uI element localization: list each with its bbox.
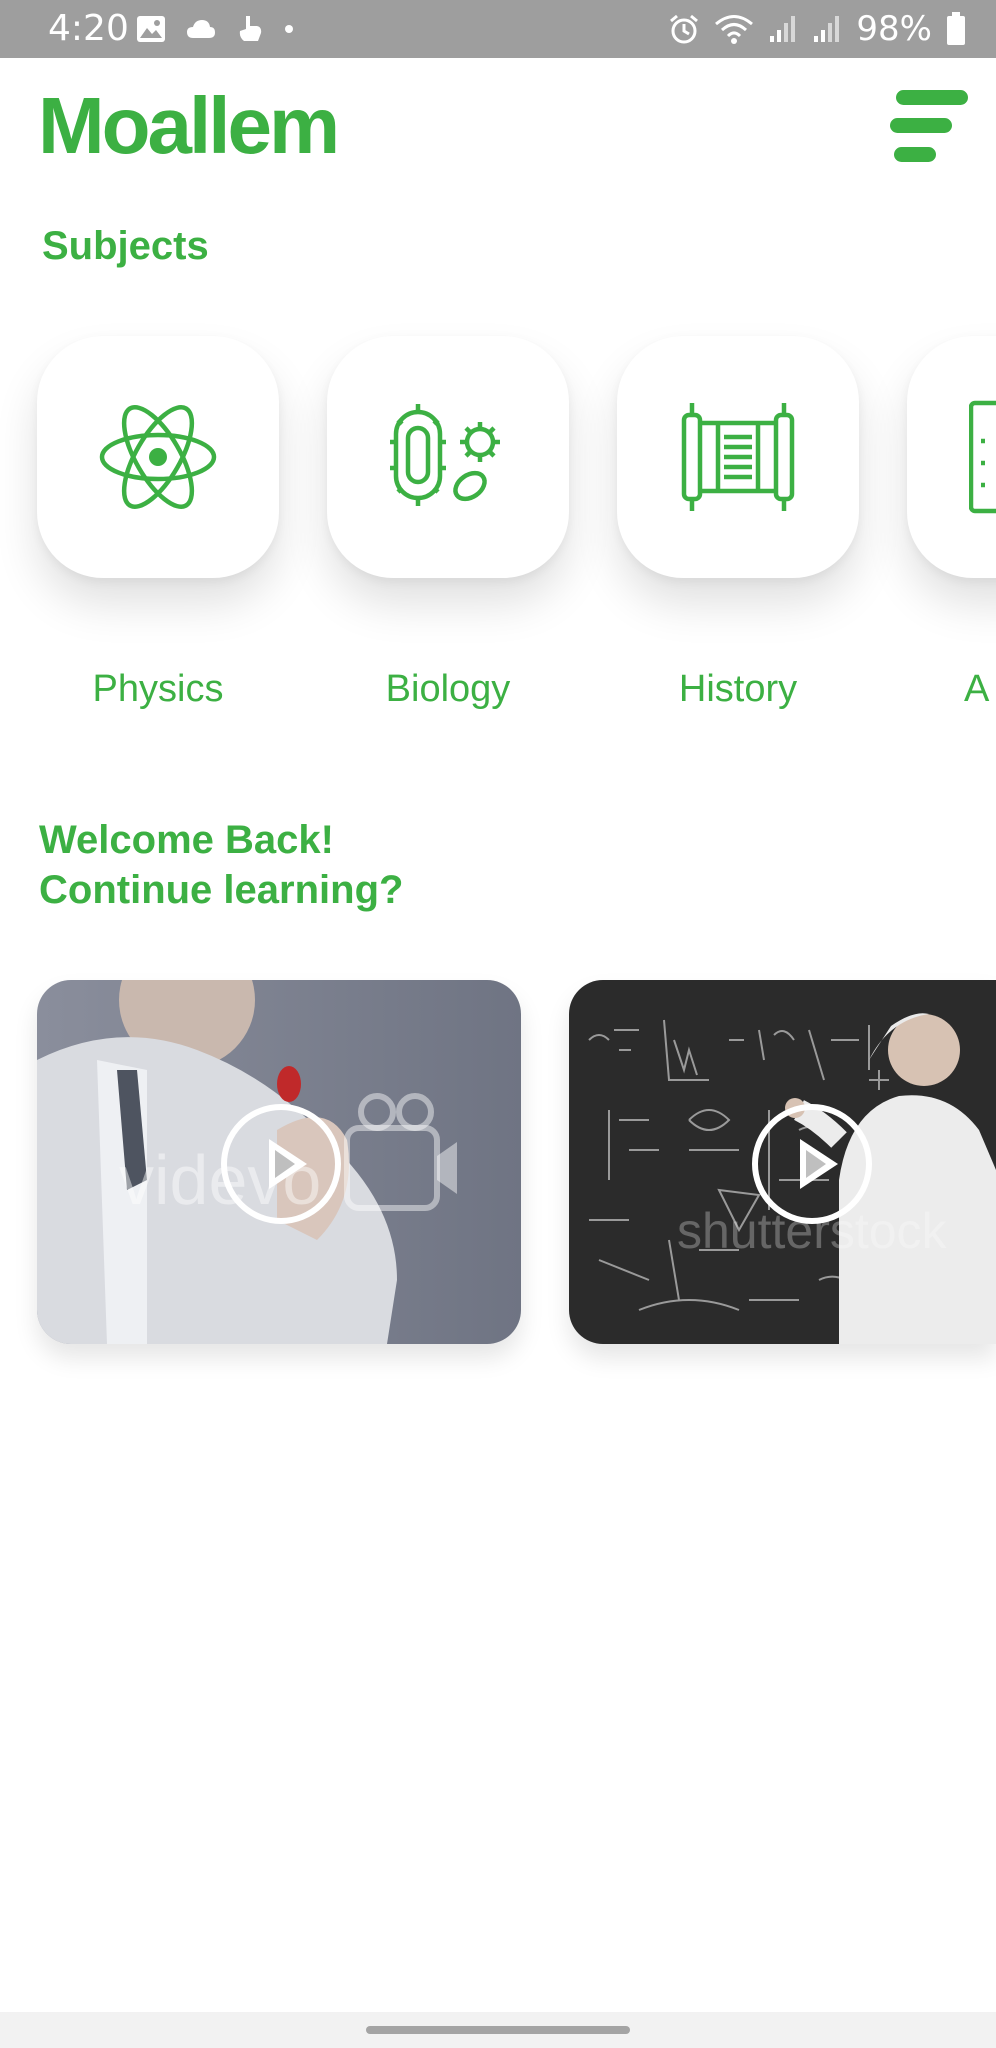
signal-icon-1 <box>770 16 796 42</box>
scroll-icon <box>681 403 795 511</box>
hamburger-menu-icon-bar-2 <box>890 118 952 133</box>
navigation-bar <box>0 2012 996 2048</box>
system-icons: 98% <box>668 9 966 49</box>
subject-card-physics[interactable] <box>37 336 279 578</box>
menu-button[interactable] <box>888 90 968 164</box>
cell-icon <box>390 404 500 506</box>
signal-icon-2 <box>814 16 840 42</box>
play-icon-2[interactable] <box>752 1104 872 1224</box>
subject-label-physics: Physics <box>92 668 224 710</box>
app-logo: Moallem <box>38 81 340 170</box>
subject-label-partial: A <box>964 668 990 710</box>
wifi-icon <box>715 15 754 44</box>
battery-percent: 98% <box>856 9 932 49</box>
continue-title: Continue learning? <box>39 868 404 912</box>
home-handle[interactable] <box>366 2026 630 2034</box>
subject-card-partial[interactable] <box>907 336 996 578</box>
alarm-icon <box>670 14 699 44</box>
battery-icon <box>947 12 965 45</box>
status-bar: 4:20 98% <box>0 0 996 58</box>
subject-label-history: History <box>678 668 798 710</box>
hamburger-menu-icon <box>896 90 968 105</box>
cloud-icon <box>187 20 215 38</box>
gallery-icon <box>137 16 165 42</box>
video-card-1[interactable]: videvo <box>37 980 521 1344</box>
hamburger-menu-icon-bar-3 <box>894 147 936 162</box>
play-icon[interactable] <box>221 1104 341 1224</box>
subject-card-biology[interactable] <box>327 336 569 578</box>
atom-icon <box>99 405 217 509</box>
notification-icons <box>136 13 294 45</box>
dot-icon <box>285 25 293 33</box>
subjects-carousel[interactable]: Physics Biology History A <box>0 320 996 740</box>
hand-icon <box>239 16 262 41</box>
welcome-title: Welcome Back! <box>39 818 334 862</box>
subject-card-history[interactable] <box>617 336 859 578</box>
subjects-title: Subjects <box>42 224 209 268</box>
calculator-icon <box>969 400 996 514</box>
video-card-2[interactable]: shutterstock <box>569 980 996 1344</box>
subject-label-biology: Biology <box>385 668 511 710</box>
status-time: 4:20 <box>48 8 129 49</box>
